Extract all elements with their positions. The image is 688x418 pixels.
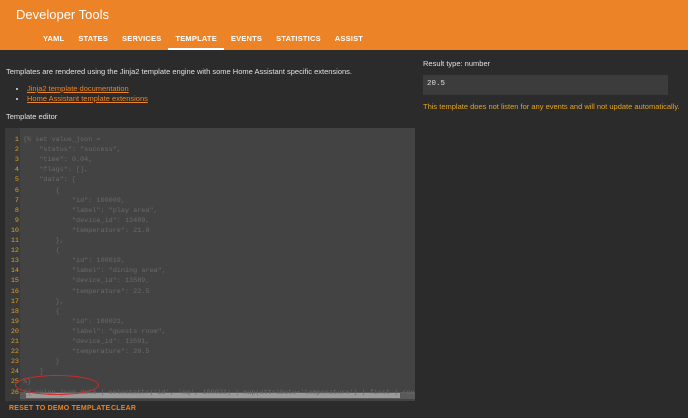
line-number: 6 — [14, 186, 19, 195]
result-value: 20.5 — [427, 80, 446, 88]
template-editor[interactable]: 1 {% set value_json = 2 "status": "success… — [5, 128, 415, 401]
tab-statistics[interactable]: STATISTICS — [269, 34, 328, 50]
code-line: { — [23, 247, 60, 256]
line-number: 4 — [14, 166, 19, 175]
tab-bar: YAML STATES SERVICES TEMPLATE EVENTS STA… — [36, 34, 370, 50]
line-number: 10 — [10, 226, 19, 235]
intro-text: Templates are rendered using the Jinja2 … — [6, 67, 353, 76]
code-line: "id": 100019, — [23, 257, 125, 266]
line-number: 19 — [10, 317, 19, 326]
line-number: 20 — [10, 327, 19, 336]
line-number: 18 — [10, 307, 19, 316]
code-line: "id": 100009, — [23, 196, 125, 205]
jinja2-docs-link[interactable]: Jinja2 template documentation — [27, 84, 129, 93]
line-number: 13 — [10, 257, 19, 266]
line-number: 5 — [14, 176, 19, 185]
code-line: }, — [23, 237, 64, 245]
code-line: "temperature": 22.5 — [23, 287, 150, 296]
tab-events[interactable]: EVENTS — [224, 34, 269, 50]
tab-template[interactable]: TEMPLATE — [168, 34, 224, 50]
code-line: }, — [23, 297, 64, 306]
code-line: "label": "play area", — [23, 206, 158, 215]
doc-links: Jinja2 template documentation Home Assis… — [17, 84, 148, 104]
list-item: Home Assistant template extensions — [27, 94, 148, 104]
reset-demo-template-button[interactable]: RESET TO DEMO TEMPLATE — [9, 405, 110, 412]
line-number: 15 — [10, 277, 19, 286]
line-number: 8 — [14, 206, 19, 215]
editor-label: Template editor — [6, 112, 58, 121]
code-line: "id": 100021, — [23, 317, 125, 326]
code-line: "temperature": 20.5 — [23, 348, 150, 357]
code-line: "status": "success", — [23, 146, 121, 155]
code-line: "device_id": 13589, — [23, 277, 150, 286]
tab-states[interactable]: STATES — [71, 34, 115, 50]
code-line: "data": [ — [23, 176, 77, 185]
page-title: Developer Tools — [16, 7, 109, 22]
line-number: 16 — [10, 287, 19, 296]
code-line: "flags": [], — [23, 166, 89, 175]
code-line: {% set value_json = — [23, 136, 101, 144]
code-line: "time": 0.04, — [23, 156, 93, 165]
clear-button[interactable]: CLEAR — [111, 405, 136, 412]
line-number: 3 — [14, 156, 19, 165]
line-number: 17 — [10, 297, 19, 306]
line-number: 26 — [10, 388, 19, 397]
line-number: 2 — [14, 146, 19, 155]
code-line: { — [23, 307, 60, 316]
tab-assist[interactable]: ASSIST — [328, 34, 370, 50]
line-number: 24 — [10, 368, 19, 377]
code-line: } — [23, 358, 60, 367]
line-number: 21 — [10, 338, 19, 346]
code-line: "temperature": 21.0 — [23, 226, 150, 235]
tab-yaml[interactable]: YAML — [36, 34, 71, 50]
line-number: 7 — [14, 196, 19, 205]
red-circle-annotation — [15, 375, 99, 395]
line-number: 9 — [14, 216, 19, 225]
code-line: "device_id": 13489, — [23, 216, 150, 225]
code-line: { — [23, 186, 60, 195]
list-item: Jinja2 template documentation — [27, 84, 148, 94]
result-type-label: Result type: number — [423, 59, 491, 68]
app-header: Developer Tools YAML STATES SERVICES TEM… — [0, 0, 688, 50]
tab-services[interactable]: SERVICES — [115, 34, 168, 50]
code-line: "label": "guests room", — [23, 327, 166, 336]
line-number: 11 — [10, 237, 19, 245]
code-line: "label": "dining area", — [23, 267, 166, 276]
line-number: 22 — [10, 348, 19, 357]
line-number: 12 — [10, 247, 19, 256]
line-number: 23 — [10, 358, 19, 367]
code-line: "device_id": 13591, — [23, 338, 150, 346]
line-number: 14 — [10, 267, 19, 276]
line-number: 1 — [14, 136, 19, 144]
listener-warning: This template does not listen for any ev… — [423, 102, 680, 111]
result-output: 20.5 — [423, 75, 668, 95]
ha-template-extensions-link[interactable]: Home Assistant template extensions — [27, 94, 148, 103]
